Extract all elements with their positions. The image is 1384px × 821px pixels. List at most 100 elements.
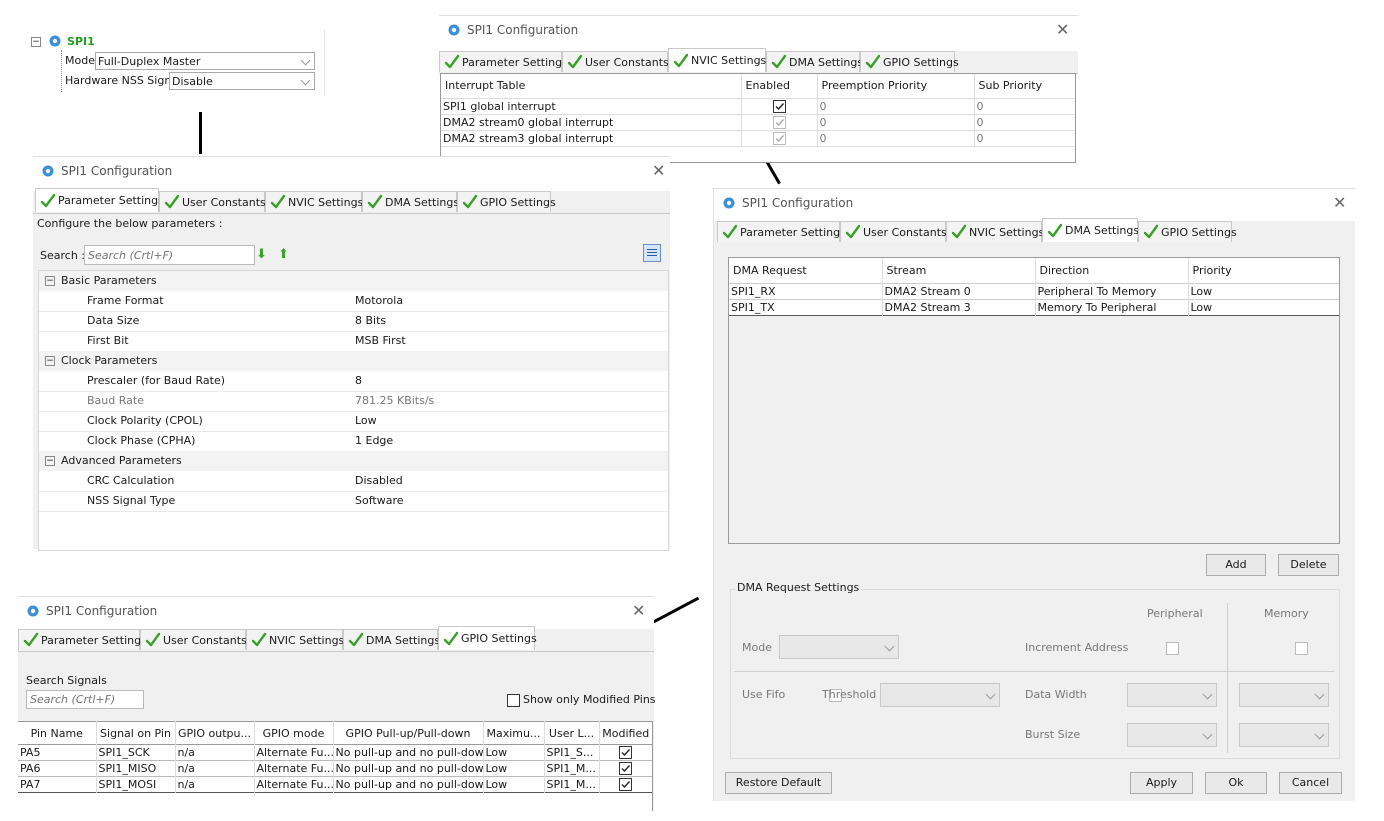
column-header[interactable]: Enabled: [741, 74, 818, 98]
column-header[interactable]: Stream: [882, 258, 1036, 283]
column-header[interactable]: Signal on Pin: [96, 721, 176, 745]
tab-user-constants[interactable]: User Constants: [140, 629, 247, 650]
table-row[interactable]: SPI1 global interrupt 0 0: [441, 98, 1075, 114]
peripheral-data-width-select[interactable]: [1127, 683, 1217, 707]
tab-dma-settings[interactable]: DMA Settings: [1042, 218, 1139, 242]
tab-parameter-settings[interactable]: Parameter Settings: [18, 629, 147, 650]
column-header[interactable]: GPIO mode: [254, 721, 334, 745]
table-row[interactable]: SPI1_TX DMA2 Stream 3 Memory To Peripher…: [729, 299, 1339, 315]
tab-gpio-settings[interactable]: GPIO Settings: [1138, 221, 1237, 242]
search-input[interactable]: [84, 245, 255, 265]
parameter-value[interactable]: Disabled: [355, 471, 403, 491]
modified-checkbox[interactable]: [619, 778, 633, 792]
parameter-row[interactable]: Clock Phase (CPHA) 1 Edge: [39, 431, 668, 452]
mode-select[interactable]: [779, 635, 899, 659]
column-header[interactable]: Preemption Priority: [817, 74, 975, 98]
threshold-select[interactable]: [880, 683, 1000, 707]
close-icon[interactable]: ✕: [1333, 193, 1346, 212]
memory-data-width-select[interactable]: [1239, 683, 1329, 707]
nss-select[interactable]: Disable: [169, 72, 315, 90]
parameter-row[interactable]: Prescaler (for Baud Rate) 8: [39, 371, 668, 392]
tab-gpio-settings[interactable]: GPIO Settings: [438, 626, 537, 650]
peripheral-burst-size-select[interactable]: [1127, 723, 1217, 747]
collapse-icon[interactable]: −: [45, 356, 55, 366]
column-header[interactable]: Maximu...: [483, 721, 545, 745]
tab-dma-settings[interactable]: DMA Settings: [766, 51, 863, 72]
ok-button[interactable]: Ok: [1205, 772, 1267, 794]
parameter-row[interactable]: Frame Format Motorola: [39, 291, 668, 312]
tab-gpio-settings[interactable]: GPIO Settings: [457, 191, 556, 212]
memory-burst-size-select[interactable]: [1239, 723, 1329, 747]
collapse-icon[interactable]: −: [45, 276, 55, 286]
tab-dma-settings[interactable]: DMA Settings: [343, 629, 440, 650]
tab-nvic-settings[interactable]: NVIC Settings: [246, 629, 344, 650]
parameter-value[interactable]: Software: [355, 491, 404, 511]
restore-default-button[interactable]: Restore Default: [725, 772, 832, 794]
tree-node-spi1[interactable]: SPI1: [67, 35, 95, 48]
enabled-checkbox[interactable]: [772, 99, 786, 113]
column-header[interactable]: GPIO Pull-up/Pull-down: [333, 721, 484, 745]
parameter-row[interactable]: CRC Calculation Disabled: [39, 471, 668, 492]
sub-priority[interactable]: 0: [974, 98, 1075, 114]
tab-user-constants[interactable]: User Constants: [159, 191, 266, 212]
table-row[interactable]: DMA2 stream3 global interrupt 0 0: [441, 130, 1075, 146]
table-row[interactable]: PA5 SPI1_SCK n/a Alternate Fu... No pull…: [18, 744, 652, 761]
tab-user-constants[interactable]: User Constants: [840, 221, 947, 242]
collapse-icon[interactable]: −: [45, 456, 55, 466]
delete-button[interactable]: Delete: [1278, 554, 1339, 576]
group-advanced-parameters[interactable]: − Advanced Parameters: [39, 451, 668, 471]
tab-dma-settings[interactable]: DMA Settings: [362, 191, 459, 212]
column-header[interactable]: User L...: [544, 721, 600, 745]
parameter-value[interactable]: Motorola: [355, 291, 403, 311]
close-icon[interactable]: ✕: [632, 601, 645, 620]
table-row[interactable]: DMA2 stream0 global interrupt 0 0: [441, 114, 1075, 130]
column-header[interactable]: Priority: [1188, 258, 1339, 283]
list-view-icon[interactable]: [643, 244, 661, 262]
add-button[interactable]: Add: [1206, 554, 1266, 576]
parameter-row[interactable]: NSS Signal Type Software: [39, 491, 668, 512]
parameter-row[interactable]: Data Size 8 Bits: [39, 311, 668, 332]
search-signals-input[interactable]: [26, 690, 144, 709]
close-icon[interactable]: ✕: [1056, 20, 1069, 39]
column-header[interactable]: Modified: [599, 722, 652, 745]
tab-nvic-settings[interactable]: NVIC Settings: [668, 48, 766, 72]
arrow-down-icon[interactable]: ⬇: [256, 247, 267, 262]
parameter-value[interactable]: 8 Bits: [355, 311, 386, 331]
tab-nvic-settings[interactable]: NVIC Settings: [265, 191, 363, 212]
collapse-toggle-icon[interactable]: −: [31, 37, 41, 47]
table-row[interactable]: SPI1_RX DMA2 Stream 0 Peripheral To Memo…: [729, 283, 1339, 299]
tab-nvic-settings[interactable]: NVIC Settings: [946, 221, 1044, 242]
tab-gpio-settings[interactable]: GPIO Settings: [860, 51, 959, 72]
mode-select[interactable]: Full-Duplex Master: [95, 52, 315, 70]
preemption-priority[interactable]: 0: [817, 130, 975, 146]
tab-parameter-settings[interactable]: Parameter Settings: [35, 188, 164, 212]
column-header[interactable]: DMA Request: [729, 258, 883, 283]
column-header[interactable]: Direction: [1035, 258, 1189, 283]
tab-user-constants[interactable]: User Constants: [562, 51, 669, 72]
cancel-button[interactable]: Cancel: [1279, 772, 1342, 794]
table-row[interactable]: PA6 SPI1_MISO n/a Alternate Fu... No pul…: [18, 760, 652, 777]
parameter-value[interactable]: 8: [355, 371, 362, 391]
group-clock-parameters[interactable]: − Clock Parameters: [39, 351, 668, 371]
tab-parameter-settings[interactable]: Parameter Settings: [717, 221, 846, 242]
show-modified-checkbox[interactable]: [507, 693, 520, 707]
modified-checkbox[interactable]: [619, 746, 633, 760]
table-row[interactable]: PA7 SPI1_MOSI n/a Alternate Fu... No pul…: [18, 776, 652, 793]
parameter-value[interactable]: 1 Edge: [355, 431, 393, 451]
tab-parameter-settings[interactable]: Parameter Settings: [439, 51, 568, 72]
parameter-value[interactable]: Low: [355, 411, 377, 431]
parameter-value[interactable]: MSB First: [355, 331, 406, 351]
sub-priority[interactable]: 0: [974, 114, 1075, 130]
close-icon[interactable]: ✕: [652, 161, 665, 180]
parameter-row[interactable]: Clock Polarity (CPOL) Low: [39, 411, 668, 432]
column-header[interactable]: GPIO outpu...: [175, 721, 255, 745]
column-header[interactable]: Pin Name: [18, 721, 97, 745]
arrow-up-icon[interactable]: ⬆: [278, 247, 289, 262]
peripheral-increment-checkbox[interactable]: [1166, 641, 1179, 655]
column-header[interactable]: Interrupt Table: [441, 74, 742, 98]
apply-button[interactable]: Apply: [1130, 772, 1193, 794]
memory-increment-checkbox[interactable]: [1294, 641, 1308, 655]
group-basic-parameters[interactable]: − Basic Parameters: [39, 271, 668, 291]
preemption-priority[interactable]: 0: [817, 98, 975, 114]
preemption-priority[interactable]: 0: [817, 114, 975, 130]
